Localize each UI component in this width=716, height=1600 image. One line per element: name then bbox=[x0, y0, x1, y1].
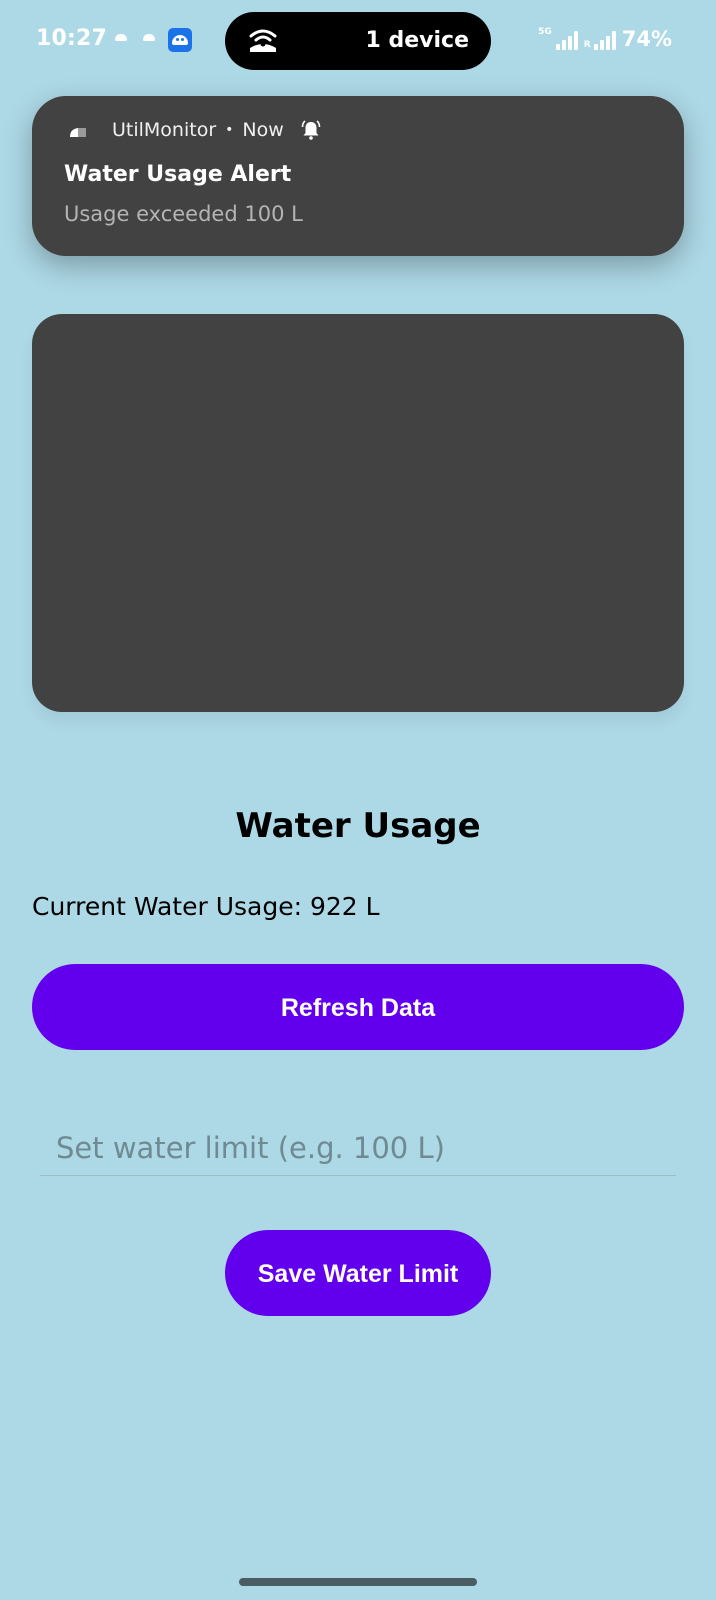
roaming-label: R bbox=[583, 40, 591, 50]
status-time: 10:27 bbox=[36, 26, 108, 51]
home-indicator[interactable] bbox=[239, 1578, 477, 1586]
notification-title: Water Usage Alert bbox=[64, 162, 292, 187]
alert-bell-icon bbox=[301, 120, 321, 140]
status-indicators: 5G R 74% bbox=[538, 28, 672, 50]
hotspot-icon bbox=[249, 29, 277, 52]
notification-time: Now bbox=[242, 119, 284, 141]
water-limit-input[interactable] bbox=[40, 1120, 676, 1176]
cloud-icon bbox=[115, 34, 127, 41]
cloud-icon bbox=[143, 34, 155, 41]
cloud-icon bbox=[70, 128, 86, 137]
status-bar: 10:27 1 device 5G R 74% bbox=[0, 0, 716, 84]
android-app-icon bbox=[168, 28, 192, 52]
current-usage-text: Current Water Usage: 922 L bbox=[32, 892, 380, 921]
save-water-limit-button[interactable]: Save Water Limit bbox=[225, 1230, 491, 1316]
notification-body: Usage exceeded 100 L bbox=[64, 202, 303, 226]
device-count-text: 1 device bbox=[365, 28, 469, 53]
battery-level: 74% bbox=[621, 27, 672, 51]
device-connection-pill[interactable]: 1 device bbox=[225, 12, 491, 70]
notification-card[interactable]: UtilMonitor • Now Water Usage Alert Usag… bbox=[32, 96, 684, 256]
signal-strength-icon bbox=[555, 30, 578, 50]
notification-header: UtilMonitor • Now bbox=[112, 118, 323, 142]
notification-app-name: UtilMonitor bbox=[112, 119, 217, 141]
signal-strength-icon bbox=[593, 30, 616, 50]
usage-graph-panel bbox=[32, 314, 684, 712]
page-title: Water Usage bbox=[235, 806, 481, 846]
separator-dot: • bbox=[225, 122, 234, 138]
network-type-label: 5G bbox=[538, 27, 552, 37]
refresh-data-button[interactable]: Refresh Data bbox=[32, 964, 684, 1050]
